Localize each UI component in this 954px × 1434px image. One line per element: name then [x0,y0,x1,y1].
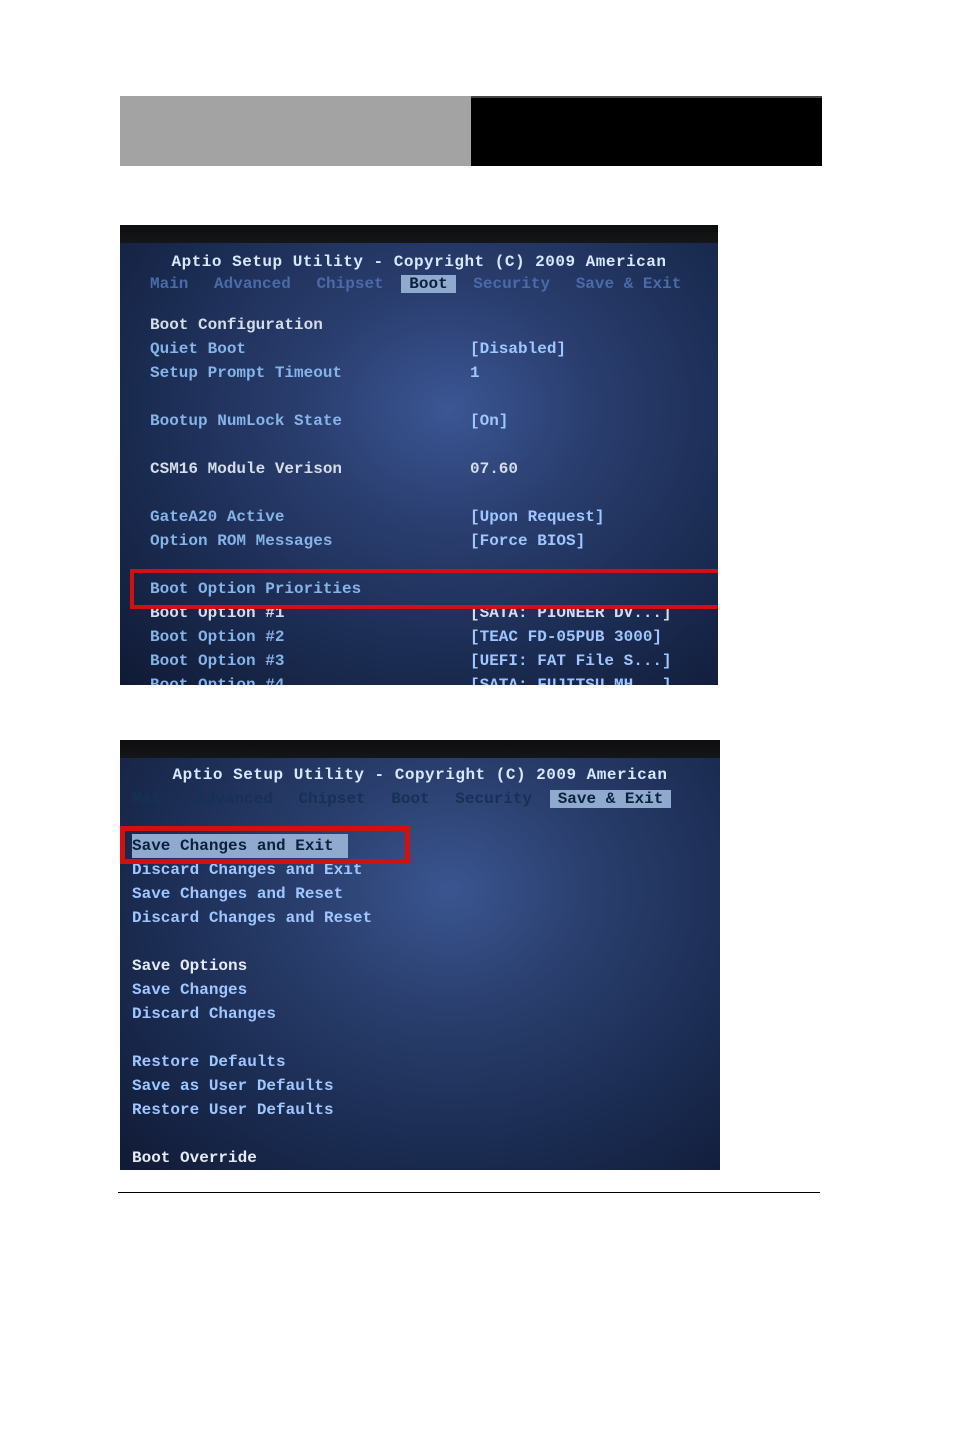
tab-boot[interactable]: Boot [401,275,455,293]
boot-option-label: Boot Option #4 [150,673,470,685]
group-heading-save-options: Save Options [132,954,712,978]
menu-group: Restore Defaults Save as User Defaults R… [132,1050,712,1122]
setting-row[interactable]: Quiet Boot [Disabled] [150,337,710,361]
setting-value: [Upon Request] [470,505,604,529]
tab-main[interactable]: Main [142,275,196,293]
setting-value: 1 [470,361,480,385]
tab-chipset[interactable]: Chipset [308,275,391,293]
tab-boot[interactable]: Boot [383,790,437,808]
setting-row: CSM16 Module Verison 07.60 [150,457,710,481]
group-heading-boot-override: Boot Override [132,1146,712,1170]
monitor-bezel [120,740,720,758]
blank-row [132,930,712,954]
tab-security[interactable]: Security [447,790,540,808]
header-left-cell [120,96,471,166]
blank-row [132,1026,712,1050]
boot-priorities-heading: Boot Option Priorities [150,577,470,601]
tab-save-exit[interactable]: Save & Exit [568,275,690,293]
bios-tabbar: Main Advanced Chipset Boot Security Save… [124,790,720,812]
setting-value: [Disabled] [470,337,566,361]
menu-group: Boot Override UEFI: FAT File System [132,1146,712,1170]
monitor-bezel [120,225,718,243]
menu-item-save-user-defaults[interactable]: Save as User Defaults [132,1074,712,1098]
setting-label: Quiet Boot [150,337,470,361]
blank-row [150,433,710,457]
boot-option-label: Boot Option #3 [150,649,470,673]
boot-option-row-4[interactable]: Boot Option #4 [SATA: FUJITSU MH...] [150,673,710,685]
blank-row [132,1122,712,1146]
boot-configuration-heading: Boot Configuration [150,313,470,337]
menu-item-discard-changes-reset[interactable]: Discard Changes and Reset [132,906,712,930]
boot-option-value: [SATA: PIONEER DV...] [470,601,672,625]
menu-item-discard-changes-exit[interactable]: Discard Changes and Exit [132,858,712,882]
tab-advanced[interactable]: Advanced [206,275,299,293]
setting-label: Option ROM Messages [150,529,470,553]
menu-item-save-changes[interactable]: Save Changes [132,978,712,1002]
boot-option-value: [SATA: FUJITSU MH...] [470,673,672,685]
setting-label: Bootup NumLock State [150,409,470,433]
blank-row [150,481,710,505]
menu-item-save-changes-exit[interactable]: Save Changes and Exit [132,834,348,858]
setting-value: [On] [470,409,508,433]
tab-save-exit[interactable]: Save & Exit [550,790,672,808]
header-right-cell [471,96,822,166]
setting-row[interactable]: Bootup NumLock State [On] [150,409,710,433]
setting-label: Setup Prompt Timeout [150,361,470,385]
menu-item-save-changes-reset[interactable]: Save Changes and Reset [132,882,712,906]
bios-title: Aptio Setup Utility - Copyright (C) 2009… [120,253,718,271]
setting-row[interactable]: GateA20 Active [Upon Request] [150,505,710,529]
boot-option-row-3[interactable]: Boot Option #3 [UEFI: FAT File S...] [150,649,710,673]
bios-tabbar: Main Advanced Chipset Boot Security Save… [142,275,718,297]
bios-title: Aptio Setup Utility - Copyright (C) 2009… [120,766,720,784]
bios-screenshot-save-exit-tab: Aptio Setup Utility - Copyright (C) 2009… [120,740,720,1170]
blank-row [150,385,710,409]
menu-item-restore-defaults[interactable]: Restore Defaults [132,1050,712,1074]
page-footer-rule [118,1192,820,1193]
bios-content: Save Changes and Exit Discard Changes an… [132,834,712,1170]
boot-option-value: [UEFI: FAT File S...] [470,649,672,673]
setting-value: [Force BIOS] [470,529,585,553]
menu-item-discard-changes[interactable]: Discard Changes [132,1002,712,1026]
tab-chipset[interactable]: Chipset [290,790,373,808]
boot-option-value: [TEAC FD-05PUB 3000] [470,625,662,649]
setting-value: 07.60 [470,457,518,481]
section-heading: Boot Option Priorities [150,577,710,601]
blank-row [150,553,710,577]
boot-option-row-2[interactable]: Boot Option #2 [TEAC FD-05PUB 3000] [150,625,710,649]
boot-option-label: Boot Option #1 [150,601,470,625]
tab-advanced[interactable]: Advanced [188,790,281,808]
menu-item-restore-user-defaults[interactable]: Restore User Defaults [132,1098,712,1122]
page-header-bar [120,96,822,166]
menu-group: Save Options Save Changes Discard Change… [132,954,712,1026]
setting-label: CSM16 Module Verison [150,457,470,481]
bios-screenshot-boot-tab: Aptio Setup Utility - Copyright (C) 2009… [120,225,718,685]
boot-option-label: Boot Option #2 [150,625,470,649]
tab-main[interactable]: Main [124,790,178,808]
setting-row[interactable]: Setup Prompt Timeout 1 [150,361,710,385]
setting-label: GateA20 Active [150,505,470,529]
tab-security[interactable]: Security [465,275,558,293]
section-heading: Boot Configuration [150,313,710,337]
boot-option-row-1[interactable]: Boot Option #1 [SATA: PIONEER DV...] [150,601,710,625]
bios-content: Boot Configuration Quiet Boot [Disabled]… [150,313,710,685]
menu-group: Save Changes and Exit Discard Changes an… [132,834,712,930]
setting-row[interactable]: Option ROM Messages [Force BIOS] [150,529,710,553]
